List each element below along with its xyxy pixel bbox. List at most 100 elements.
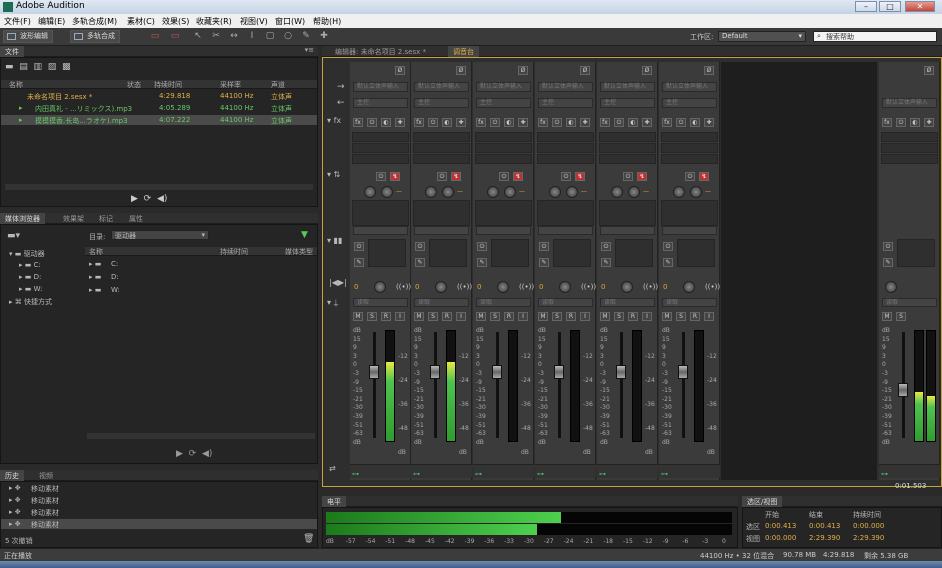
output-select[interactable]: 主控 <box>414 98 469 108</box>
track-name[interactable]: ⊶ <box>597 464 658 478</box>
send-target[interactable] <box>537 200 594 226</box>
volume-fader[interactable] <box>898 383 908 398</box>
history-item[interactable]: ▸ ✥ 移动素材 <box>1 507 317 517</box>
input-select[interactable]: 默认立体声输入 <box>476 82 531 92</box>
tab-levels[interactable]: 电平 <box>322 496 346 507</box>
fx-slot[interactable] <box>599 154 656 164</box>
send-power-icon[interactable]: ⏻ <box>499 172 509 181</box>
fx-slot[interactable] <box>352 143 409 153</box>
input-select[interactable]: 默认立体声输入 <box>414 82 469 92</box>
phase-icon[interactable]: Ø <box>395 66 405 75</box>
output-select[interactable]: 主控 <box>600 98 655 108</box>
solo-button[interactable]: S <box>676 312 686 321</box>
tab-effects-rack[interactable]: 效果架 <box>58 213 89 224</box>
stereo-icon[interactable]: ((•)) <box>519 283 534 291</box>
sends-section-icon[interactable]: ▾ ⇅ <box>327 170 340 179</box>
pan-knob[interactable] <box>374 281 386 293</box>
healing-icon[interactable]: ✚ <box>319 31 329 41</box>
open-folder-icon[interactable]: ▬ <box>5 62 14 72</box>
view-end[interactable]: 2:29.390 <box>809 534 840 542</box>
volume-fader[interactable] <box>492 365 502 380</box>
eq-power-icon[interactable]: ⏻ <box>477 242 487 251</box>
eq-power-icon[interactable]: ⏻ <box>883 242 893 251</box>
eq-edit-icon[interactable]: ✎ <box>354 258 364 267</box>
send-target[interactable] <box>599 200 656 226</box>
col-rate[interactable]: 采样率 <box>220 80 241 90</box>
phase-icon[interactable]: Ø <box>518 66 528 75</box>
send-rec-icon[interactable]: ↯ <box>451 172 461 181</box>
send-rec-icon[interactable]: ↯ <box>575 172 585 181</box>
pan-knob[interactable] <box>435 281 447 293</box>
tab-properties[interactable]: 属性 <box>124 213 148 224</box>
fx-button[interactable]: ✚ <box>518 118 528 127</box>
fx-button[interactable]: ⏻ <box>552 118 562 127</box>
rec-button[interactable]: R <box>566 312 576 321</box>
fx-button[interactable]: ✚ <box>395 118 405 127</box>
track-name[interactable]: ⊶ <box>535 464 596 478</box>
slip-tool-icon[interactable]: ↔ <box>229 31 239 41</box>
tab-video[interactable]: 视频 <box>34 470 58 481</box>
send-rec-icon[interactable]: ↯ <box>637 172 647 181</box>
send-volume-knob[interactable] <box>549 186 561 198</box>
rec-button[interactable]: R <box>690 312 700 321</box>
fx-slot[interactable] <box>475 143 532 153</box>
mute-button[interactable]: M <box>538 312 548 321</box>
fx-button[interactable]: ◐ <box>690 118 700 127</box>
fx-button[interactable]: fx <box>882 118 892 127</box>
fx-button[interactable]: ✚ <box>704 118 714 127</box>
stereo-icon[interactable]: ((•)) <box>581 283 596 291</box>
loop-icon[interactable]: ⟳ <box>144 194 152 204</box>
send-power-icon[interactable]: ⏻ <box>685 172 695 181</box>
menu-help[interactable]: 帮助(H) <box>313 16 341 27</box>
phase-icon[interactable]: Ø <box>580 66 590 75</box>
send-bus-select[interactable] <box>414 226 469 235</box>
selection-duration[interactable]: 0:00.000 <box>853 522 884 530</box>
horizontal-scrollbar[interactable] <box>87 433 315 439</box>
close-file-icon[interactable]: ▩ <box>62 62 71 72</box>
fx-button[interactable]: ⏻ <box>614 118 624 127</box>
col-name[interactable]: 名称 <box>89 247 103 257</box>
fx-slot[interactable] <box>599 143 656 153</box>
volume-fader[interactable] <box>554 365 564 380</box>
input-select[interactable]: 默认立体声输入 <box>353 82 408 92</box>
mute-button[interactable]: M <box>600 312 610 321</box>
pan-knob[interactable] <box>559 281 571 293</box>
fx-button[interactable]: ✚ <box>456 118 466 127</box>
volume-fader[interactable] <box>678 365 688 380</box>
eq-power-icon[interactable]: ⏻ <box>539 242 549 251</box>
razor-tool-icon[interactable]: ✂ <box>211 31 221 41</box>
send-power-icon[interactable]: ⏻ <box>561 172 571 181</box>
track-name[interactable]: ⊶ <box>879 464 940 478</box>
fx-slot[interactable] <box>413 143 470 153</box>
tab-mixer[interactable]: 调音台 <box>448 46 479 57</box>
rec-button[interactable]: R <box>504 312 514 321</box>
minimize-button[interactable]: – <box>855 1 877 12</box>
fx-button[interactable]: ⏻ <box>676 118 686 127</box>
horizontal-scrollbar[interactable] <box>5 184 313 190</box>
fx-slot[interactable] <box>352 154 409 164</box>
menu-view[interactable]: 视图(V) <box>240 16 268 27</box>
send-bus-select[interactable] <box>600 226 655 235</box>
solo-button[interactable]: S <box>428 312 438 321</box>
fx-button[interactable]: fx <box>414 118 424 127</box>
send-volume-knob[interactable] <box>425 186 437 198</box>
eq-section-icon[interactable]: ▾ ▮▮ <box>327 236 342 245</box>
solo-button[interactable]: S <box>614 312 624 321</box>
loop-icon[interactable]: ⟳ <box>189 449 197 459</box>
mon-button[interactable]: I <box>456 312 466 321</box>
move-tool-icon[interactable]: ↖ <box>193 31 203 41</box>
rec-button[interactable]: R <box>628 312 638 321</box>
fx-button[interactable]: fx <box>600 118 610 127</box>
rec-button[interactable]: R <box>381 312 391 321</box>
send-power-icon[interactable]: ⏻ <box>437 172 447 181</box>
input-select[interactable]: 默认立体声输入 <box>662 82 717 92</box>
fx-slot[interactable] <box>881 154 938 164</box>
send-pan-knob[interactable] <box>566 186 578 198</box>
fx-slot[interactable] <box>475 154 532 164</box>
col-channels[interactable]: 声道 <box>271 80 285 90</box>
eq-graph[interactable] <box>368 239 406 267</box>
list-item[interactable]: ▸ ▬ C: <box>89 259 289 269</box>
expand-icon[interactable]: ▸ <box>19 104 23 112</box>
phase-icon[interactable]: Ø <box>924 66 934 75</box>
fx-section-icon[interactable]: ▾ fx <box>327 116 341 125</box>
